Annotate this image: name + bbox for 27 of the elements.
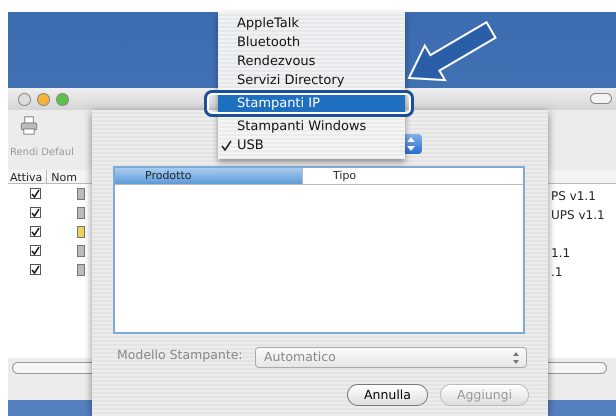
menu-item[interactable]: Bluetooth (218, 33, 405, 52)
column-header[interactable]: Prodotto (115, 168, 303, 184)
printer-kind: .1 (551, 264, 562, 281)
column-header[interactable]: Attiva (8, 170, 48, 183)
column-header[interactable]: Tipo (303, 168, 511, 184)
printer-kind: PS v1.1 (551, 188, 596, 205)
checkbox[interactable] (30, 207, 41, 218)
checkmark-icon (221, 140, 232, 151)
model-label: Modello Stampante: (117, 346, 243, 364)
menu-item[interactable]: USB (218, 136, 405, 155)
menu-item[interactable]: Stampanti Windows (218, 117, 405, 136)
checkbox[interactable] (30, 245, 41, 256)
close-button[interactable] (18, 92, 31, 106)
zoom-button[interactable] (56, 92, 69, 106)
toolbar-toggle-button[interactable] (590, 93, 612, 104)
checkbox[interactable] (30, 188, 41, 199)
checkbox[interactable] (30, 264, 41, 275)
menu-item[interactable]: AppleTalk (218, 14, 405, 33)
menu-item[interactable]: Servizi Directory (218, 71, 405, 90)
dialog-button[interactable]: Annulla (347, 384, 428, 406)
column-header[interactable]: Nom (47, 170, 77, 183)
stepper-icon (512, 351, 520, 365)
minimize-button[interactable] (37, 92, 50, 106)
checkbox[interactable] (30, 226, 41, 237)
printer-kind: 1.1 (551, 245, 570, 262)
menu-item[interactable]: Rendezvous (218, 52, 405, 71)
printer-kind: UPS v1.1 (551, 207, 605, 224)
